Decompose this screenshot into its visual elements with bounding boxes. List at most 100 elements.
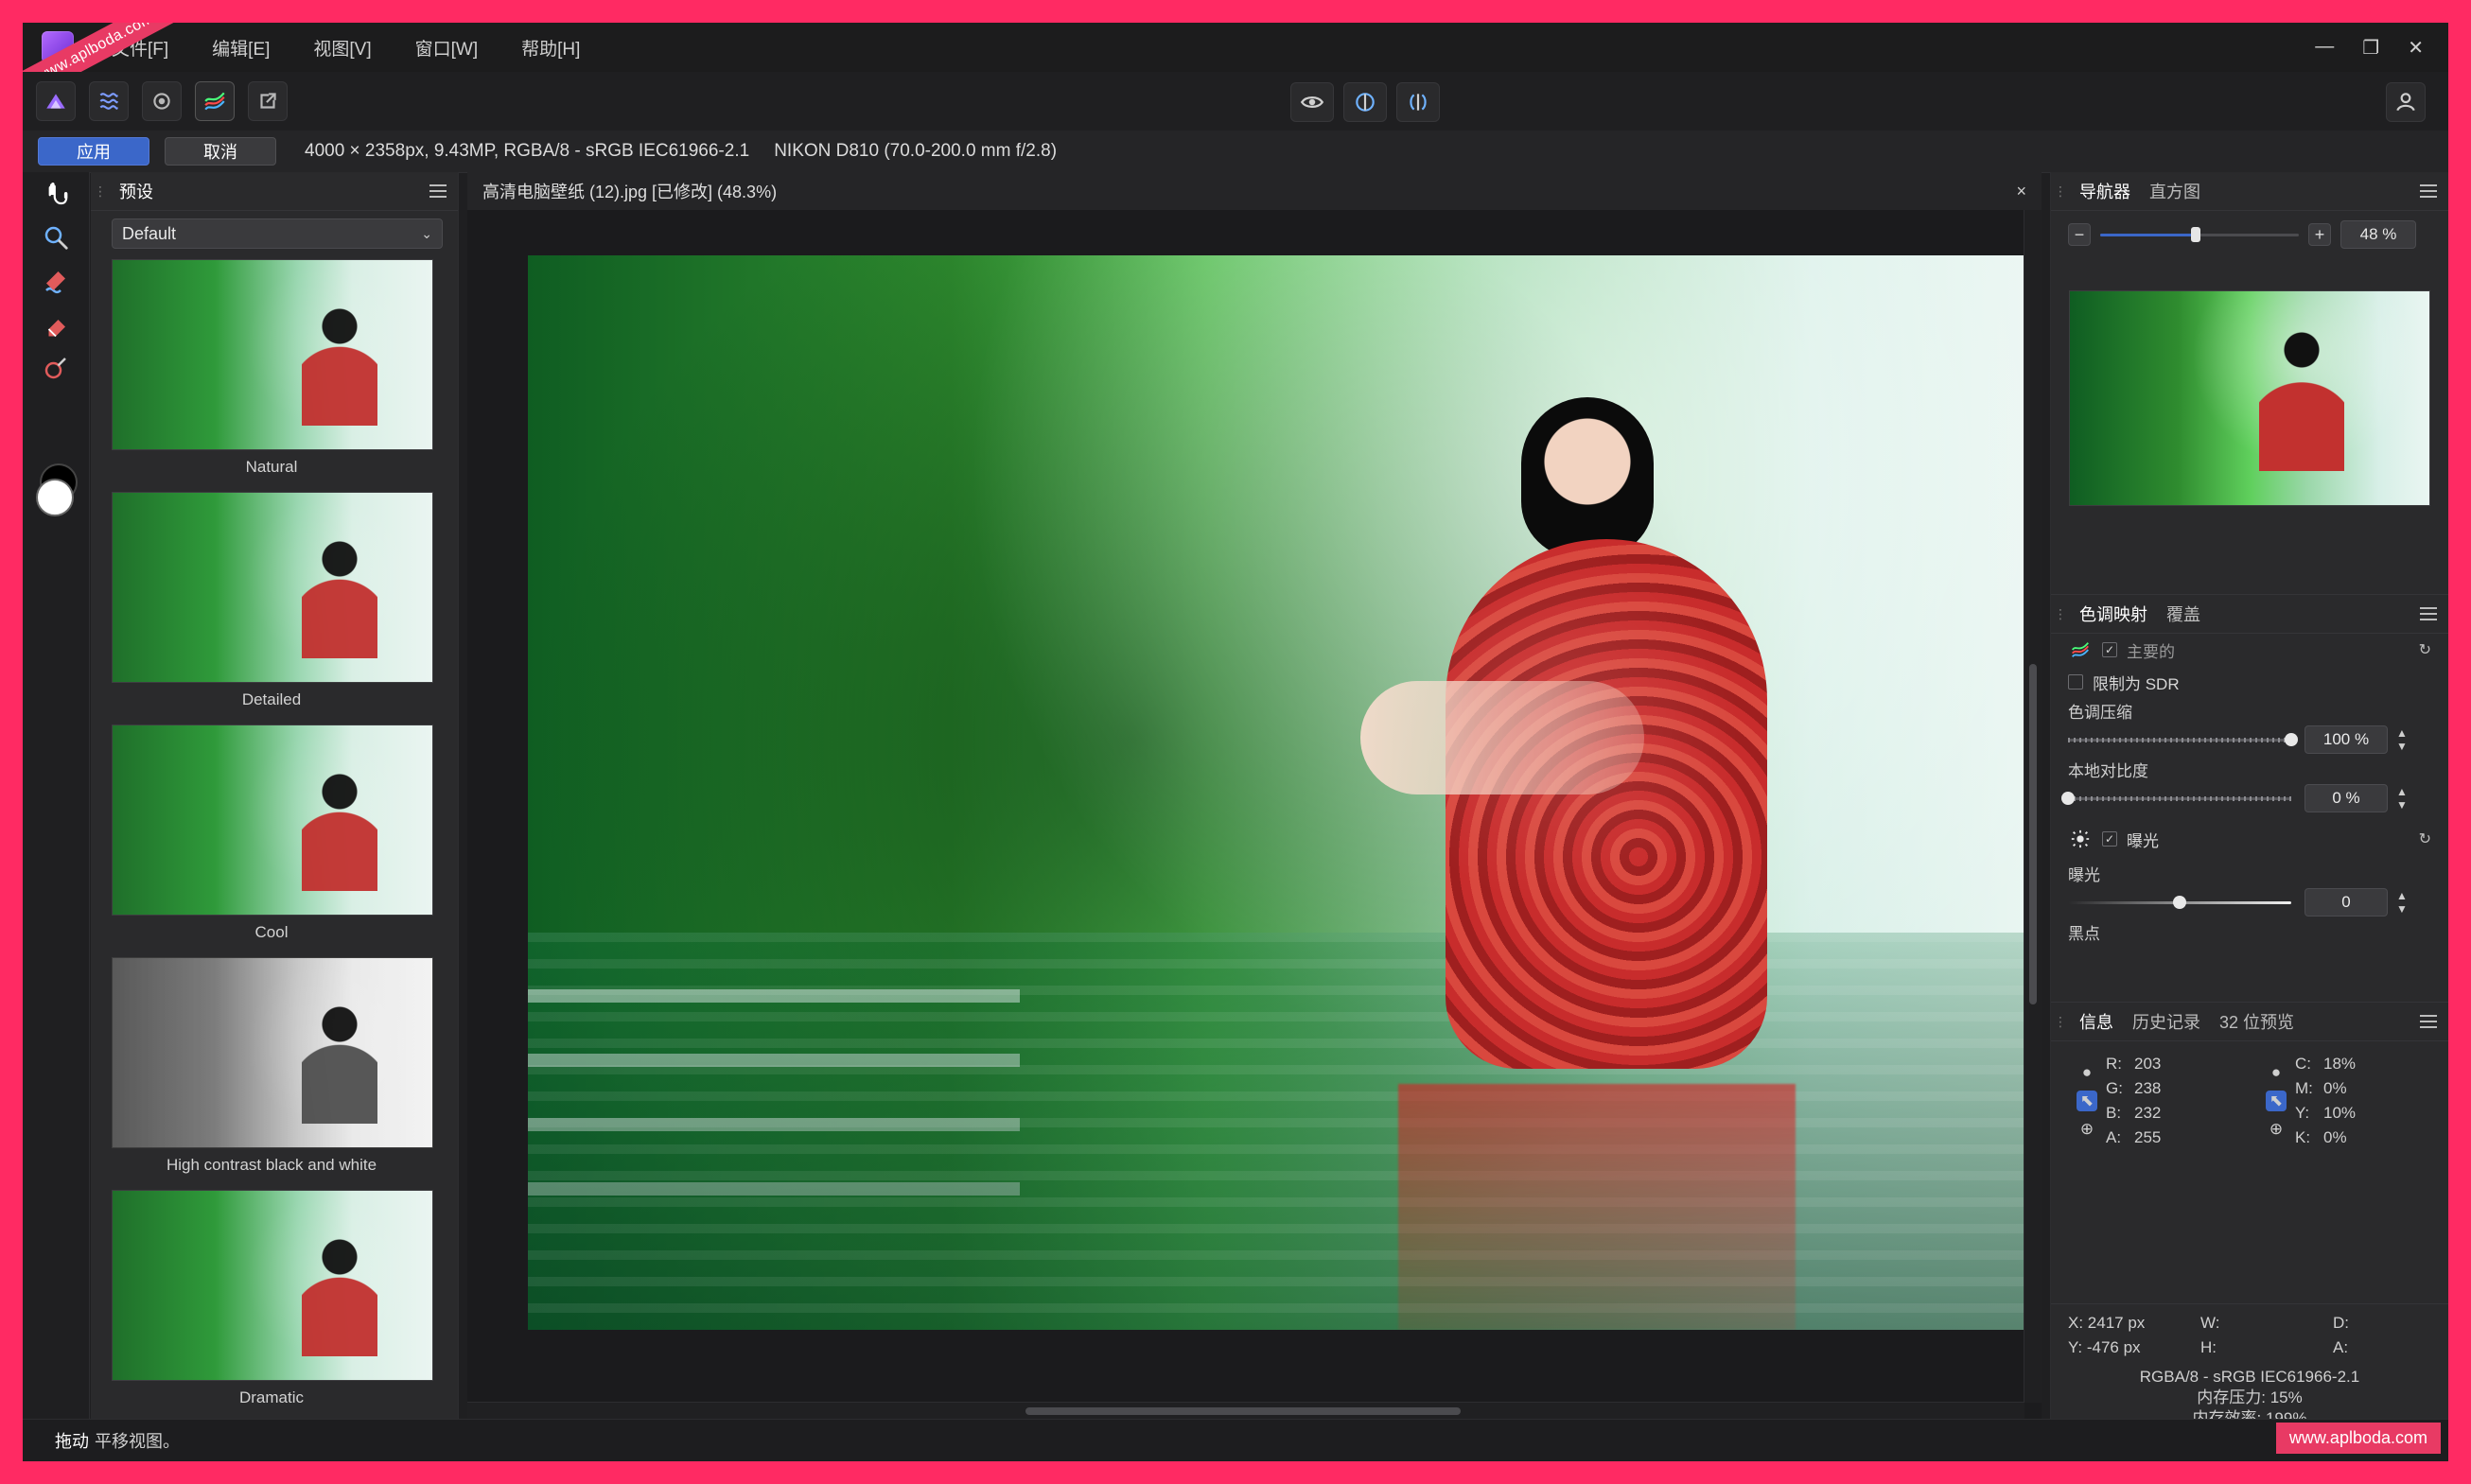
secondary-color-white[interactable] [36, 479, 74, 516]
tab-history[interactable]: 历史记录 [2123, 1004, 2210, 1039]
document-area: 高清电脑壁纸 (12).jpg [已修改] (48.3%) × [467, 172, 2042, 1420]
zoom-tool[interactable] [23, 216, 89, 259]
develop-button[interactable] [142, 81, 182, 121]
local-contrast-value[interactable]: 0 % [2305, 784, 2388, 812]
persona-photo-button[interactable] [36, 81, 76, 121]
zoom-value[interactable]: 48 % [2340, 220, 2416, 249]
primary-row: ✓ 主要的 ↻ [2068, 634, 2448, 666]
tab-info[interactable]: 信息 [2070, 1004, 2123, 1039]
panel-grip-icon[interactable]: ⋮ [2051, 595, 2070, 633]
export-button[interactable] [248, 81, 288, 121]
slider-handle[interactable] [2285, 733, 2298, 746]
presets-panel-header: ⋮ 预设 [91, 172, 458, 211]
horizontal-scroll-thumb[interactable] [1025, 1407, 1461, 1415]
minimize-icon[interactable]: — [2315, 36, 2334, 60]
cancel-button[interactable]: 取消 [165, 137, 276, 166]
panel-grip-icon[interactable]: ⋮ [91, 172, 110, 210]
horizontal-scrollbar[interactable] [467, 1402, 2024, 1420]
tone-compression-value[interactable]: 100 % [2305, 725, 2388, 754]
preset-list: Natural Detailed Cool High contrast blac… [112, 259, 437, 1420]
zoom-handle[interactable] [2190, 227, 2200, 242]
menu-window[interactable]: 窗口[W] [412, 29, 482, 66]
menu-help[interactable]: 帮助[H] [517, 29, 584, 66]
tonemap-module-icon [2068, 637, 2093, 662]
c-label: C: [2295, 1055, 2311, 1073]
tone-compression-slider[interactable] [2068, 731, 2298, 748]
tab-navigator[interactable]: 导航器 [2070, 173, 2140, 209]
zoom-in-button[interactable]: + [2308, 223, 2331, 246]
close-icon[interactable]: ✕ [2408, 36, 2424, 60]
preset-label: High contrast black and white [166, 1156, 377, 1174]
tab-overlays[interactable]: 覆盖 [2157, 596, 2210, 632]
account-button[interactable] [2386, 82, 2426, 122]
tab-histogram[interactable]: 直方图 [2140, 173, 2210, 209]
info-menu-icon[interactable] [2420, 1015, 2437, 1028]
document-tab-title[interactable]: 高清电脑壁纸 (12).jpg [已修改] (48.3%) [482, 179, 777, 203]
view-tool[interactable] [23, 172, 89, 216]
slider-handle[interactable] [2173, 896, 2186, 909]
exposure-value[interactable]: 0 [2305, 888, 2388, 917]
preset-cool[interactable]: Cool [112, 725, 433, 950]
mirror-view-icon [1410, 94, 1427, 111]
tone-compression-stepper[interactable]: ▲ ▼ [2393, 726, 2410, 753]
panel-grip-icon[interactable]: ⋮ [2051, 172, 2070, 210]
vertical-scrollbar[interactable] [2024, 210, 2042, 1403]
watermark-bottom-right: www.aplboda.com [2275, 1423, 2441, 1454]
tone-mapping-panel: ⋮ 色调映射 覆盖 ✓ 主要的 ↻ 限制为 SDR 色调压缩 100 % ▲ ▼… [2051, 595, 2448, 1003]
brush-tool[interactable] [23, 259, 89, 303]
liquify-button[interactable] [89, 81, 129, 121]
exposure-stepper[interactable]: ▲ ▼ [2393, 889, 2410, 916]
document-close-icon[interactable]: × [2016, 182, 2026, 201]
mirror-view-button[interactable] [1396, 82, 1440, 122]
exposure-checkbox[interactable]: ✓ [2102, 831, 2117, 847]
navigator-header: ⋮ 导航器 直方图 [2051, 172, 2448, 211]
exposure-slider[interactable] [2068, 894, 2291, 911]
preset-dramatic[interactable]: Dramatic [112, 1190, 433, 1415]
photo-canvas[interactable] [528, 255, 2038, 1330]
preset-category-select[interactable]: Default ⌄ [112, 218, 443, 249]
panel-grip-icon[interactable]: ⋮ [2051, 1003, 2070, 1040]
menu-edit[interactable]: 编辑[E] [208, 29, 273, 66]
local-contrast-label: 本地对比度 [2068, 761, 2148, 780]
split-view-button[interactable] [1343, 82, 1387, 122]
reset-icon[interactable]: ↻ [2419, 640, 2431, 659]
export-icon [260, 93, 276, 109]
primary-checkbox[interactable]: ✓ [2102, 642, 2117, 657]
exposure-section-row: ✓ 曝光 ↻ [2068, 823, 2448, 855]
tab-32bit-preview[interactable]: 32 位预览 [2210, 1004, 2304, 1039]
thumbnail-subject [302, 1224, 377, 1356]
navigator-preview[interactable] [2069, 290, 2430, 506]
status-action: 拖动 [55, 1432, 89, 1451]
presets-menu-icon[interactable] [429, 184, 447, 198]
thumbnail-subject [302, 991, 377, 1124]
preset-detailed[interactable]: Detailed [112, 492, 433, 717]
local-contrast-slider[interactable] [2061, 790, 2291, 807]
eraser-tool[interactable] [23, 303, 89, 346]
tab-presets[interactable]: 预设 [110, 173, 163, 209]
preset-high-contrast-bw[interactable]: High contrast black and white [112, 957, 433, 1182]
preset-natural[interactable]: Natural [112, 259, 433, 484]
tonemapping-button[interactable] [195, 81, 235, 121]
exposure-row: 0 ▲ ▼ [2068, 885, 2448, 919]
reset-icon[interactable]: ↻ [2419, 829, 2431, 848]
apply-button[interactable]: 应用 [38, 137, 149, 166]
view-eye-button[interactable] [1290, 82, 1334, 122]
local-contrast-stepper[interactable]: ▲ ▼ [2393, 785, 2410, 812]
color-swatch[interactable] [34, 463, 78, 520]
zoom-slider[interactable] [2100, 224, 2299, 245]
vertical-scroll-thumb[interactable] [2029, 664, 2037, 1004]
slider-handle[interactable] [2061, 792, 2075, 805]
menu-view[interactable]: 视图[V] [309, 29, 375, 66]
tab-tone-mapping[interactable]: 色调映射 [2070, 596, 2157, 632]
a-label: A: [2106, 1128, 2122, 1146]
menu: 文件[F] 编辑[E] 视图[V] 窗口[W] 帮助[H] [108, 29, 584, 66]
restore-icon[interactable]: ❐ [2362, 36, 2379, 60]
r-label: R: [2106, 1055, 2122, 1073]
canvas[interactable] [467, 210, 2038, 1403]
zoom-out-button[interactable]: − [2068, 223, 2091, 246]
navigator-menu-icon[interactable] [2420, 184, 2437, 198]
tone-mapping-menu-icon[interactable] [2420, 607, 2437, 620]
limit-sdr-checkbox[interactable] [2068, 674, 2083, 690]
thumbnail-subject [302, 526, 377, 658]
color-picker-tool[interactable] [23, 346, 89, 390]
